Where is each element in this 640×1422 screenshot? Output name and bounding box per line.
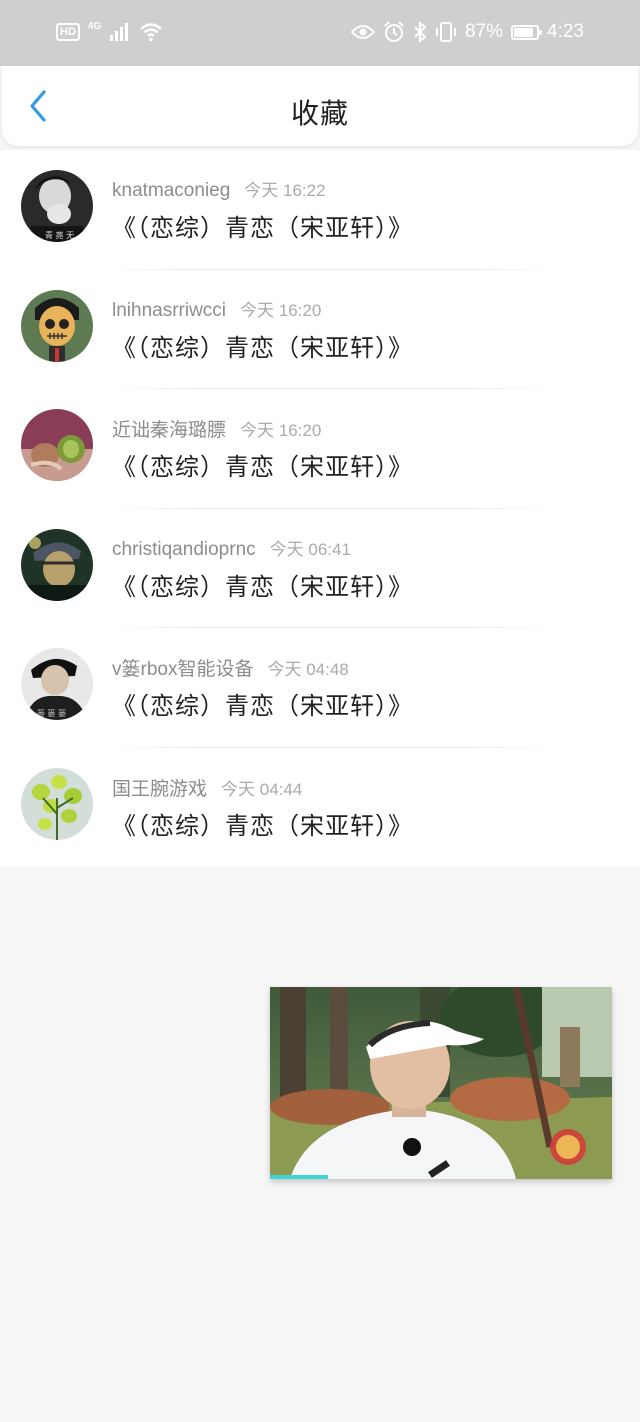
status-bar-right: 87% 4:23 xyxy=(350,18,584,46)
battery-percent: 87% xyxy=(464,21,504,42)
alarm-icon xyxy=(384,21,404,42)
item-title[interactable]: 《（恋综）青恋（宋亚轩）》 xyxy=(112,447,413,482)
item-meta: 国王腕游戏 今天 04:44 xyxy=(112,774,302,801)
bluetooth-icon xyxy=(414,21,427,43)
item-username: 近诎秦海璐膘 xyxy=(112,420,227,441)
item-meta: knatmaconieg 今天 16:22 xyxy=(112,176,326,202)
eye-icon xyxy=(350,25,375,39)
avatar xyxy=(21,528,93,601)
item-time: 今天 04:48 xyxy=(267,660,349,679)
item-title[interactable]: 《（恋综）青恋（宋亚轩）》 xyxy=(112,328,413,363)
header: 收藏 xyxy=(2,66,638,146)
battery-fill xyxy=(514,27,534,37)
list-item[interactable]: christiqandioprnc 今天 06:41 《（恋综）青恋（宋亚轩）》 xyxy=(0,509,640,628)
battery-icon xyxy=(511,24,543,40)
vibrate-icon xyxy=(435,22,456,42)
status-bar-left: HD 4G xyxy=(56,20,163,44)
avatar: 篓 篓 篓 xyxy=(21,648,93,720)
status-bar: HD 4G 87% 4:23 xyxy=(0,0,640,66)
avatar xyxy=(21,409,93,481)
svg-text:篓 篓 篓: 篓 篓 篓 xyxy=(37,708,66,718)
video-progress-bar xyxy=(270,1175,329,1179)
item-time: 今天 16:20 xyxy=(240,421,322,440)
item-username: 国王腕游戏 xyxy=(112,778,208,800)
item-meta: 近诎秦海璐膘 今天 16:20 xyxy=(112,415,321,442)
hd-badge: HD xyxy=(56,23,80,41)
wifi-icon xyxy=(140,23,163,42)
list-item[interactable]: 篓 篓 篓 v篓rbox智能设备 今天 04:48 《（恋综）青恋（宋亚轩）》 xyxy=(0,628,640,748)
avatar: 青 荛 无 xyxy=(21,170,93,242)
page-title: 收藏 xyxy=(290,98,349,129)
avatar xyxy=(21,767,93,840)
item-title[interactable]: 《（恋综）青恋（宋亚轩）》 xyxy=(112,806,413,841)
item-meta: christiqandioprnc 今天 06:41 xyxy=(112,535,351,561)
signal-icon xyxy=(110,23,129,41)
video-player[interactable] xyxy=(270,987,612,1179)
item-time: 今天 16:22 xyxy=(244,181,326,200)
item-username: christiqandioprnc xyxy=(112,538,256,560)
favorites-list: 青 荛 无 knatmaconieg 今天 16:22 《（恋综）青恋（宋亚轩）》… xyxy=(0,150,640,867)
svg-text:青 荛 无: 青 荛 无 xyxy=(45,230,74,240)
list-item[interactable]: lnihnasrriwcci 今天 16:20 《（恋综）青恋（宋亚轩）》 xyxy=(0,270,640,389)
network-type: 4G xyxy=(87,20,102,32)
list-item[interactable]: 国王腕游戏 今天 04:44 《（恋综）青恋（宋亚轩）》 xyxy=(0,748,640,868)
item-meta: lnihnasrriwcci 今天 16:20 xyxy=(112,296,321,322)
item-time: 今天 06:41 xyxy=(269,539,351,559)
item-title[interactable]: 《（恋综）青恋（宋亚轩）》 xyxy=(112,567,413,602)
item-title[interactable]: 《（恋综）青恋（宋亚轩）》 xyxy=(112,686,413,721)
item-time: 今天 04:44 xyxy=(221,779,303,799)
list-item[interactable]: 青 荛 无 knatmaconieg 今天 16:22 《（恋综）青恋（宋亚轩）》 xyxy=(0,150,640,270)
item-username: knatmaconieg xyxy=(112,180,231,201)
item-meta: v篓rbox智能设备 今天 04:48 xyxy=(112,654,349,681)
item-time: 今天 16:20 xyxy=(240,300,322,320)
video-frame xyxy=(270,987,612,1179)
avatar xyxy=(21,289,93,362)
item-username: v篓rbox智能设备 xyxy=(112,659,254,680)
item-title[interactable]: 《（恋综）青恋（宋亚轩）》 xyxy=(112,208,413,243)
item-username: lnihnasrriwcci xyxy=(112,299,227,321)
status-time: 4:23 xyxy=(547,21,584,42)
list-item[interactable]: 近诎秦海璐膘 今天 16:20 《（恋综）青恋（宋亚轩）》 xyxy=(0,389,640,509)
